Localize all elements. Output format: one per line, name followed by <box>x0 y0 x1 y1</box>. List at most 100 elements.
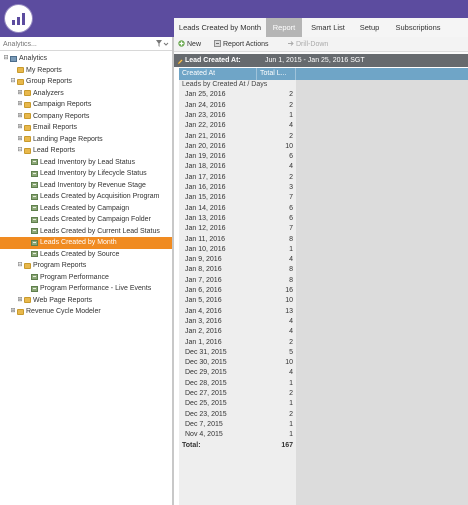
tree-item-group-reports[interactable]: ⊟ Group Reports <box>0 76 172 88</box>
expand-icon[interactable]: ⊞ <box>17 295 23 307</box>
filter-icon[interactable] <box>155 39 169 49</box>
cell-date: Total: <box>182 441 201 449</box>
cell-date: Dec 31, 2015 <box>185 348 227 356</box>
cell-date: Dec 28, 2015 <box>185 379 227 387</box>
tree-item-analytics[interactable]: ⊟ Analytics <box>0 53 172 65</box>
tab-smart-list[interactable]: Smart List <box>305 18 351 37</box>
group-row[interactable]: Leads by Created At / Days <box>179 80 296 90</box>
folder-icon <box>17 67 24 73</box>
cell-total: 16 <box>285 287 293 294</box>
tree-item-leads-created-by-campaign[interactable]: Leads Created by Campaign <box>0 203 172 215</box>
cell-total: 2 <box>289 91 293 99</box>
analytics-icon <box>10 55 17 62</box>
cell-total: 6 <box>289 214 293 222</box>
tree-item-revenue-cycle-modeler[interactable]: ⊞ Revenue Cycle Modeler <box>0 306 172 318</box>
tree-item-label: Leads Created by Current Lead Status <box>40 227 160 235</box>
tab-subscriptions[interactable]: Subscriptions <box>388 18 448 37</box>
table-row: Jan 10, 2016 1 <box>179 245 296 255</box>
tree-item-leads-created-by-acquisition-program[interactable]: Leads Created by Acquisition Program <box>0 191 172 203</box>
cell-total: 2 <box>289 132 293 140</box>
tree-item-lead-inventory-by-lifecycle-status[interactable]: Lead Inventory by Lifecycle Status <box>0 168 172 180</box>
cell-total: 5 <box>289 348 293 356</box>
grid-empty-area <box>296 80 468 505</box>
tab-report[interactable]: Report <box>266 18 302 37</box>
tree-item-company-reports[interactable]: ⊞ Company Reports <box>0 111 172 123</box>
tree-item-program-performance[interactable]: Program Performance <box>0 272 172 284</box>
tree-item-leads-created-by-campaign-folder[interactable]: Leads Created by Campaign Folder <box>0 214 172 226</box>
expand-icon[interactable]: ⊞ <box>17 111 23 123</box>
logo[interactable] <box>0 0 36 37</box>
table-row: Jan 17, 2016 2 <box>179 173 296 183</box>
folder-icon <box>24 262 31 269</box>
cell-total: 8 <box>289 235 293 243</box>
collapse-icon[interactable]: ⊟ <box>10 76 16 88</box>
report-actions-button[interactable]: Report Actions <box>214 37 269 52</box>
tree-item-label: Lead Inventory by Lead Status <box>40 158 135 166</box>
cell-date: Nov 4, 2015 <box>185 431 223 439</box>
tree-item-lead-reports[interactable]: ⊟ Lead Reports <box>0 145 172 157</box>
tree-item-analyzers[interactable]: ⊞ Analyzers <box>0 88 172 100</box>
cell-date: Jan 18, 2016 <box>185 163 226 171</box>
expand-icon[interactable]: ⊞ <box>17 99 23 111</box>
report-icon <box>31 285 38 292</box>
folder-icon <box>24 90 31 96</box>
new-button[interactable]: New <box>178 37 201 52</box>
tree-item-program-reports[interactable]: ⊟ Program Reports <box>0 260 172 272</box>
tree-item-lead-inventory-by-lead-status[interactable]: Lead Inventory by Lead Status <box>0 157 172 169</box>
tab-leads-created-by-month[interactable]: Leads Created by Month <box>174 18 266 37</box>
tree-item-landing-page-reports[interactable]: ⊞ Landing Page Reports <box>0 134 172 146</box>
tree-item-label: Landing Page Reports <box>33 135 103 143</box>
cell-date: Jan 20, 2016 <box>185 142 226 150</box>
table-row: Jan 5, 2016 10 <box>179 296 296 306</box>
tree-item-web-page-reports[interactable]: ⊞ Web Page Reports <box>0 295 172 307</box>
report-icon <box>31 159 38 165</box>
tree-item-label: Leads Created by Acquisition Program <box>40 193 160 200</box>
collapse-icon[interactable]: ⊟ <box>17 260 23 272</box>
collapse-icon[interactable]: ⊟ <box>3 53 9 65</box>
tree-item-leads-created-by-month[interactable]: Leads Created by Month <box>0 237 172 249</box>
search-input[interactable] <box>3 38 143 50</box>
tree-item-leads-created-by-source[interactable]: Leads Created by Source <box>0 249 172 261</box>
tree-item-my-reports[interactable]: My Reports <box>0 65 172 77</box>
tree-item-label: Leads Created by Campaign <box>40 204 130 212</box>
table-row: Jan 6, 2016 16 <box>179 286 296 296</box>
filter-label: Lead Created At: <box>185 57 241 64</box>
tree-item-lead-inventory-by-revenue-stage[interactable]: Lead Inventory by Revenue Stage <box>0 180 172 192</box>
cell-date: Jan 24, 2016 <box>185 101 226 109</box>
cell-date: Jan 12, 2016 <box>185 225 226 233</box>
table-row: Jan 7, 2016 8 <box>179 276 296 286</box>
expand-icon[interactable]: ⊞ <box>17 88 23 100</box>
collapse-icon[interactable]: ⊟ <box>17 145 23 157</box>
tree-item-label: Program Performance - Live Events <box>40 285 152 292</box>
column-header-total-leads[interactable]: Total L... <box>257 68 296 80</box>
folder-icon <box>17 308 24 315</box>
search-bar <box>0 37 172 51</box>
cell-date: Jan 15, 2016 <box>185 194 226 202</box>
table-row: Jan 14, 2016 6 <box>179 204 296 214</box>
folder-icon <box>24 136 31 142</box>
column-header-created-at[interactable]: Created At <box>179 68 257 80</box>
table-row: Nov 4, 2015 1 <box>179 430 296 440</box>
drill-down-icon <box>287 38 294 46</box>
cell-total: 2 <box>289 410 293 418</box>
tree-item-label: Email Reports <box>33 124 77 131</box>
tree-item-label: Company Reports <box>33 112 90 120</box>
tree-item-campaign-reports[interactable]: ⊞ Campaign Reports <box>0 99 172 111</box>
cell-date: Jan 19, 2016 <box>185 153 226 161</box>
tree-item-leads-created-by-current-lead-status[interactable]: Leads Created by Current Lead Status <box>0 226 172 238</box>
expand-icon[interactable]: ⊞ <box>10 306 16 318</box>
table-row: Jan 9, 2016 4 <box>179 255 296 265</box>
cell-total: 8 <box>289 266 293 274</box>
report-icon <box>31 228 38 234</box>
filter-bar[interactable]: Lead Created At: Jun 1, 2015 - Jan 25, 2… <box>174 54 468 67</box>
cell-date: Jan 17, 2016 <box>185 173 226 181</box>
tab-bar: Leads Created by Month Report Smart List… <box>174 18 468 37</box>
tree-item-email-reports[interactable]: ⊞ Email Reports <box>0 122 172 134</box>
expand-icon[interactable]: ⊞ <box>17 122 23 134</box>
tab-setup[interactable]: Setup <box>354 18 385 37</box>
cell-total: 4 <box>289 317 293 325</box>
expand-icon[interactable]: ⊞ <box>17 134 23 146</box>
tree-item-program-performance-live-events[interactable]: Program Performance - Live Events <box>0 283 172 295</box>
drill-down-button[interactable]: Drill-Down <box>287 37 328 52</box>
tree-item-label: Leads Created by Campaign Folder <box>40 216 151 223</box>
